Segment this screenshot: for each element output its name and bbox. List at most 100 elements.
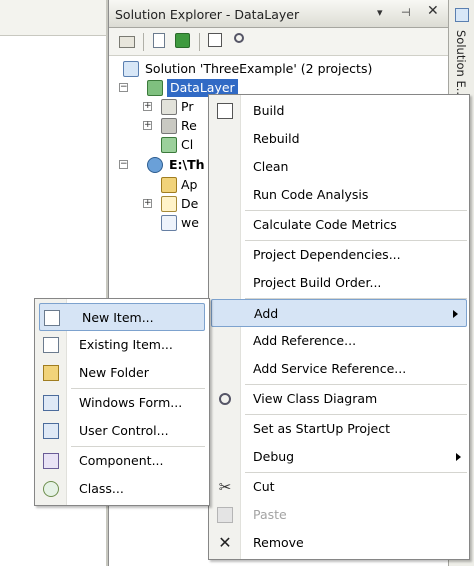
- tree-item[interactable]: Cl: [161, 136, 213, 154]
- paste-icon: [217, 507, 233, 523]
- menu-item-label: New Item...: [82, 310, 154, 325]
- windows-form-icon: [43, 395, 59, 411]
- close-icon[interactable]: ✕: [427, 3, 439, 19]
- expand-icon[interactable]: +: [143, 199, 152, 208]
- submenu-item-user-control[interactable]: User Control...: [35, 417, 209, 445]
- toolbar-separator: [143, 33, 144, 51]
- tree-item-label: Pr: [181, 99, 194, 114]
- menu-item-add-reference[interactable]: Add Reference...: [209, 327, 469, 355]
- menu-item-label: Run Code Analysis: [253, 187, 369, 202]
- menu-item-label: Add Reference...: [253, 333, 357, 348]
- window-title: Solution Explorer - DataLayer: [115, 7, 300, 22]
- submenu-arrow-icon: [453, 310, 458, 318]
- website-icon: [147, 157, 163, 173]
- menu-item-label: User Control...: [79, 423, 169, 438]
- tree-item[interactable]: + Re: [143, 117, 213, 135]
- menu-item-add-service-reference[interactable]: Add Service Reference...: [209, 355, 469, 383]
- tree-item[interactable]: Ap: [161, 176, 213, 194]
- menu-item-label: Component...: [79, 453, 164, 468]
- tree-item-label: Re: [181, 118, 197, 133]
- tree-item[interactable]: + De: [143, 195, 213, 213]
- submenu-item-component[interactable]: Component...: [35, 447, 209, 475]
- menu-item-label: Windows Form...: [79, 395, 183, 410]
- class-file-icon: [161, 137, 177, 153]
- submenu-arrow-icon: [456, 453, 461, 461]
- scissors-icon: ✂: [218, 478, 232, 496]
- tree-item-label: De: [181, 196, 199, 211]
- menu-item-label: Class...: [79, 481, 124, 496]
- csharp-project-icon: [147, 80, 163, 96]
- menu-item-rebuild[interactable]: Rebuild: [209, 125, 469, 153]
- menu-item-view-class-diagram[interactable]: View Class Diagram: [209, 385, 469, 413]
- page-icon: [161, 196, 177, 212]
- menu-item-build[interactable]: Build: [209, 97, 469, 125]
- class-diagram-icon: [219, 393, 231, 405]
- folder-icon: [161, 177, 177, 193]
- properties-icon[interactable]: [119, 33, 137, 51]
- side-tab-solution-explorer[interactable]: Solution E...: [454, 30, 468, 99]
- menu-item-label: Existing Item...: [79, 337, 173, 352]
- solution-explorer-tab-icon[interactable]: [455, 8, 469, 22]
- menu-item-label: Project Dependencies...: [253, 247, 401, 262]
- solution-explorer-toolbar: [109, 28, 449, 56]
- tree-solution-node[interactable]: Solution 'ThreeExample' (2 projects): [123, 60, 443, 78]
- collapse-icon[interactable]: −: [119, 83, 128, 92]
- menu-item-label: Build: [253, 103, 285, 118]
- menu-item-calculate-code-metrics[interactable]: Calculate Code Metrics: [209, 211, 469, 239]
- collapse-icon[interactable]: −: [119, 160, 128, 169]
- expand-icon[interactable]: +: [143, 102, 152, 111]
- menu-item-remove[interactable]: ✕ Remove: [209, 529, 469, 557]
- expand-icon[interactable]: +: [143, 121, 152, 130]
- refresh-icon[interactable]: [175, 33, 193, 51]
- new-item-icon: [44, 310, 60, 326]
- submenu-item-existing-item[interactable]: Existing Item...: [35, 331, 209, 359]
- menu-item-label: Debug: [253, 449, 295, 464]
- remove-x-icon: ✕: [218, 533, 232, 552]
- window-position-dropdown-icon[interactable]: ▾: [377, 6, 383, 19]
- view-class-diagram-icon[interactable]: [231, 33, 249, 51]
- menu-item-cut[interactable]: ✂ Cut: [209, 473, 469, 501]
- menu-item-label: Clean: [253, 159, 289, 174]
- solution-explorer-titlebar[interactable]: Solution Explorer - DataLayer ▾ ⊣ ✕: [109, 0, 449, 28]
- references-folder-icon: [161, 118, 177, 134]
- project-context-menu: Build Rebuild Clean Run Code Analysis Ca…: [208, 94, 470, 560]
- menu-item-paste[interactable]: Paste: [209, 501, 469, 529]
- config-file-icon: [161, 215, 177, 231]
- website-label: E:\Th: [169, 157, 205, 172]
- submenu-item-new-folder[interactable]: New Folder: [35, 359, 209, 387]
- tree-item-label: Ap: [181, 177, 198, 192]
- menu-item-label: View Class Diagram: [253, 391, 378, 406]
- solution-label: Solution 'ThreeExample' (2 projects): [145, 61, 373, 76]
- existing-item-icon: [43, 337, 59, 353]
- editor-tab-strip: [0, 0, 108, 36]
- menu-item-label: Rebuild: [253, 131, 300, 146]
- add-submenu: New Item... Existing Item... New Folder …: [34, 298, 210, 506]
- toolbar-separator: [199, 33, 200, 51]
- submenu-item-windows-form[interactable]: Windows Form...: [35, 389, 209, 417]
- menu-item-clean[interactable]: Clean: [209, 153, 469, 181]
- tree-item-label: Cl: [181, 137, 194, 152]
- menu-item-label: Add Service Reference...: [253, 361, 407, 376]
- class-icon: [43, 481, 59, 497]
- folder-icon: [43, 365, 59, 381]
- submenu-item-new-item[interactable]: New Item...: [39, 303, 205, 331]
- menu-item-add[interactable]: Add: [211, 299, 467, 327]
- menu-item-label: Remove: [253, 535, 304, 550]
- component-icon: [43, 453, 59, 469]
- build-icon: [217, 103, 233, 119]
- submenu-item-class[interactable]: Class...: [35, 475, 209, 503]
- tree-website-node[interactable]: − E:\Th: [119, 156, 219, 174]
- show-all-files-icon[interactable]: [151, 33, 169, 51]
- menu-item-project-dependencies[interactable]: Project Dependencies...: [209, 241, 469, 269]
- view-code-icon[interactable]: [207, 33, 225, 51]
- tree-item[interactable]: we: [161, 214, 213, 232]
- menu-item-label: Calculate Code Metrics: [253, 217, 397, 232]
- menu-item-debug[interactable]: Debug: [209, 443, 469, 471]
- tree-item[interactable]: + Pr: [143, 98, 213, 116]
- tree-item-label: we: [181, 215, 199, 230]
- menu-item-set-as-startup-project[interactable]: Set as StartUp Project: [209, 415, 469, 443]
- menu-item-project-build-order[interactable]: Project Build Order...: [209, 269, 469, 297]
- auto-hide-pin-icon[interactable]: ⊣: [401, 6, 411, 19]
- menu-item-run-code-analysis[interactable]: Run Code Analysis: [209, 181, 469, 209]
- menu-item-label: Cut: [253, 479, 275, 494]
